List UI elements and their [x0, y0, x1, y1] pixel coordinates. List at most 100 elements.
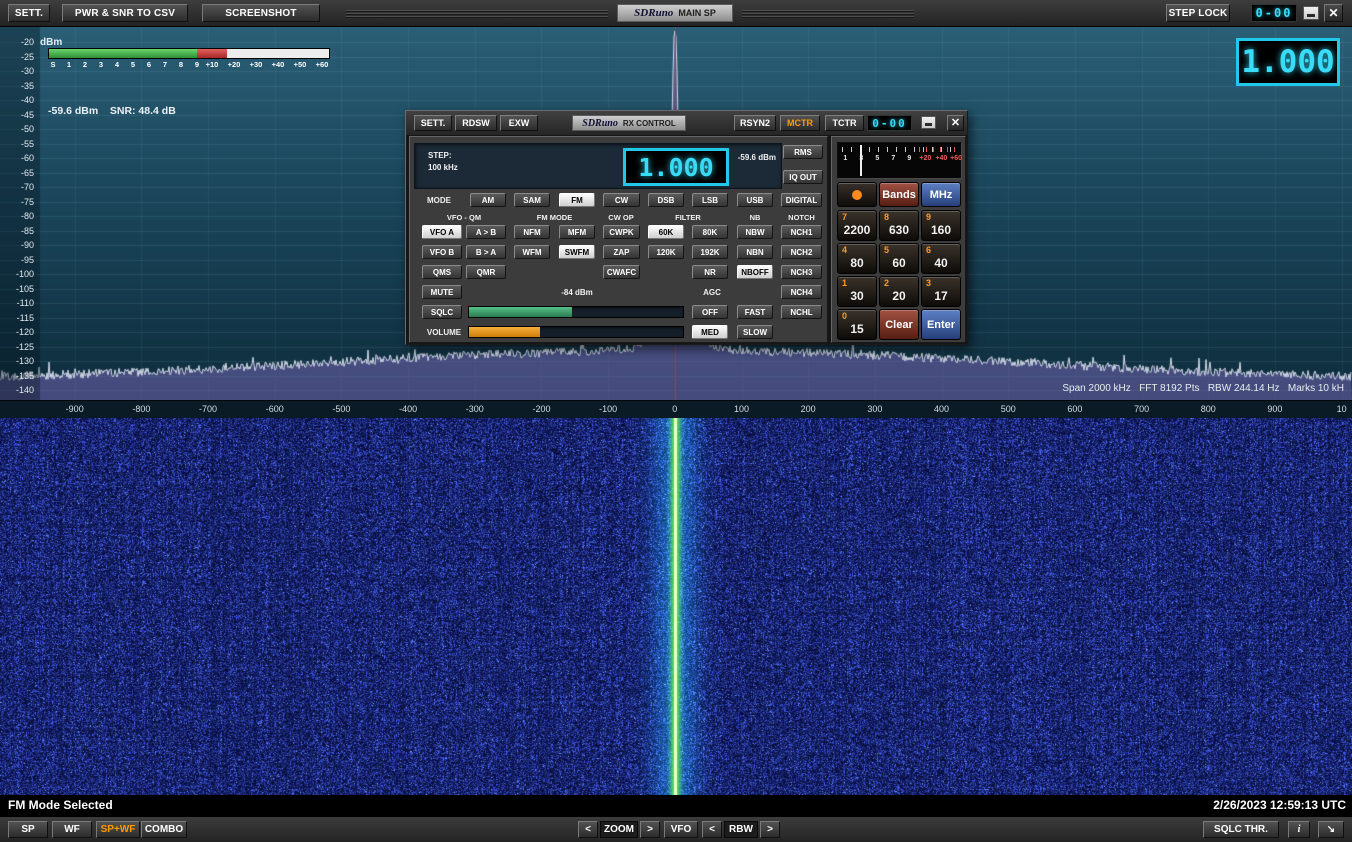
qms-button[interactable]: QMS: [422, 265, 462, 279]
sqlc-button[interactable]: SQLC: [422, 305, 462, 319]
rx-frequency-display[interactable]: 1.000: [623, 148, 729, 186]
rx-close-button[interactable]: ✕: [947, 115, 964, 131]
settings-button[interactable]: SETT.: [8, 4, 50, 22]
smeter-tick-label: S: [50, 60, 55, 69]
keypad-key-6[interactable]: 640: [921, 243, 961, 274]
zoom-in-button[interactable]: >: [640, 821, 660, 838]
smeter-tick-label: 1: [67, 60, 71, 69]
keypad-key-8[interactable]: 8630: [879, 210, 919, 241]
nbw-button[interactable]: NBW: [737, 225, 773, 239]
filter-120k-button[interactable]: 120K: [648, 245, 684, 259]
nch4-button[interactable]: NCH4: [781, 285, 822, 299]
mode-am-button[interactable]: AM: [470, 193, 506, 207]
clear-button[interactable]: Clear: [879, 309, 919, 340]
agc-med-button[interactable]: MED: [692, 325, 728, 339]
keypad-key-9[interactable]: 9160: [921, 210, 961, 241]
vfo-button[interactable]: VFO: [664, 821, 698, 838]
pwr-snr-to-csv-button[interactable]: PWR & SNR TO CSV: [62, 4, 188, 22]
mfm-button[interactable]: MFM: [559, 225, 595, 239]
signal-level-readout: -59.6 dBm: [738, 151, 776, 163]
zoom-out-button[interactable]: <: [578, 821, 598, 838]
mode-cw-button[interactable]: CW: [603, 193, 640, 207]
a-to-b-button[interactable]: A > B: [466, 225, 506, 239]
iq-out-button[interactable]: IQ OUT: [783, 170, 823, 184]
key-band-label: 60: [892, 257, 905, 269]
keypad-key-3[interactable]: 317: [921, 276, 961, 307]
vfo-b-button[interactable]: VFO B: [422, 245, 462, 259]
sp-view-button[interactable]: SP: [8, 821, 48, 838]
wf-view-button[interactable]: WF: [52, 821, 92, 838]
mode-dsb-button[interactable]: DSB: [648, 193, 684, 207]
mute-button[interactable]: MUTE: [422, 285, 462, 299]
nfm-button[interactable]: NFM: [514, 225, 550, 239]
close-button[interactable]: ✕: [1324, 4, 1343, 22]
decimal-dot-icon: [852, 190, 862, 200]
agc-slow-button[interactable]: SLOW: [737, 325, 773, 339]
rx-minimize-button[interactable]: [921, 116, 936, 129]
cwafc-button[interactable]: CWAFC: [603, 265, 640, 279]
filter-80k-button[interactable]: 80K: [692, 225, 728, 239]
screenshot-button[interactable]: SCREENSHOT: [202, 4, 320, 22]
db-scale-label: -50: [0, 124, 34, 134]
vfo-a-button[interactable]: VFO A: [422, 225, 462, 239]
agc-fast-button[interactable]: FAST: [737, 305, 773, 319]
nch3-button[interactable]: NCH3: [781, 265, 822, 279]
rx-exw-button[interactable]: EXW: [500, 115, 538, 131]
waterfall-display[interactable]: [0, 418, 1352, 795]
sp-wf-view-button[interactable]: SP+WF: [96, 821, 140, 838]
mode-digital-button[interactable]: DIGITAL: [781, 193, 822, 207]
decimal-point-button[interactable]: [837, 182, 877, 207]
minimize-button[interactable]: [1303, 6, 1319, 20]
sqlc-threshold-button[interactable]: SQLC THR.: [1203, 821, 1279, 838]
nr-button[interactable]: NR: [692, 265, 728, 279]
rx-settings-button[interactable]: SETT.: [414, 115, 452, 131]
zap-button[interactable]: ZAP: [603, 245, 640, 259]
mode-usb-button[interactable]: USB: [737, 193, 773, 207]
info-button[interactable]: i: [1288, 821, 1310, 838]
key-digit-label: 3: [926, 278, 931, 288]
mode-lsb-button[interactable]: LSB: [692, 193, 728, 207]
keypad-key-5[interactable]: 560: [879, 243, 919, 274]
mhz-button[interactable]: MHz: [921, 182, 961, 207]
key-digit-label: 5: [884, 245, 889, 255]
nbn-button[interactable]: NBN: [737, 245, 773, 259]
nch2-button[interactable]: NCH2: [781, 245, 822, 259]
keypad-key-1[interactable]: 130: [837, 276, 877, 307]
nboff-button[interactable]: NBOFF: [737, 265, 773, 279]
rbw-up-button[interactable]: >: [760, 821, 780, 838]
wfm-button[interactable]: WFM: [514, 245, 550, 259]
swfm-button[interactable]: SWFM: [559, 245, 595, 259]
keypad-key-0[interactable]: 015: [837, 309, 877, 340]
rbw-down-button[interactable]: <: [702, 821, 722, 838]
rms-button[interactable]: RMS: [783, 145, 823, 159]
keypad-key-4[interactable]: 480: [837, 243, 877, 274]
keypad-key-2[interactable]: 220: [879, 276, 919, 307]
nch1-button[interactable]: NCH1: [781, 225, 822, 239]
tctr-button[interactable]: TCTR: [825, 115, 864, 131]
bands-button[interactable]: Bands: [879, 182, 919, 207]
agc-off-button[interactable]: OFF: [692, 305, 728, 319]
enter-button[interactable]: Enter: [921, 309, 961, 340]
b-to-a-button[interactable]: B > A: [466, 245, 506, 259]
mctr-button[interactable]: MCTR: [780, 115, 820, 131]
filter-60k-button[interactable]: 60K: [648, 225, 684, 239]
db-scale-label: -90: [0, 240, 34, 250]
mode-fm-button[interactable]: FM: [559, 193, 595, 207]
qmr-button[interactable]: QMR: [466, 265, 506, 279]
step-lock-button[interactable]: STEP LOCK: [1166, 4, 1230, 22]
db-scale-label: -110: [0, 298, 34, 308]
volume-bar[interactable]: [468, 326, 684, 338]
combo-view-button[interactable]: COMBO: [141, 821, 187, 838]
mode-sam-button[interactable]: SAM: [514, 193, 550, 207]
nchl-button[interactable]: NCHL: [781, 305, 822, 319]
freq-axis-label: 200: [801, 404, 816, 414]
filter-192k-button[interactable]: 192K: [692, 245, 728, 259]
resize-corner-button[interactable]: ↘: [1318, 821, 1344, 838]
keypad-key-7[interactable]: 72200: [837, 210, 877, 241]
rx-rdsw-button[interactable]: RDSW: [455, 115, 497, 131]
key-band-label: 30: [850, 290, 863, 302]
rsyn2-button[interactable]: RSYN2: [734, 115, 776, 131]
db-scale-label: -70: [0, 182, 34, 192]
cwpk-button[interactable]: CWPK: [603, 225, 640, 239]
squelch-level-bar[interactable]: [468, 306, 684, 318]
